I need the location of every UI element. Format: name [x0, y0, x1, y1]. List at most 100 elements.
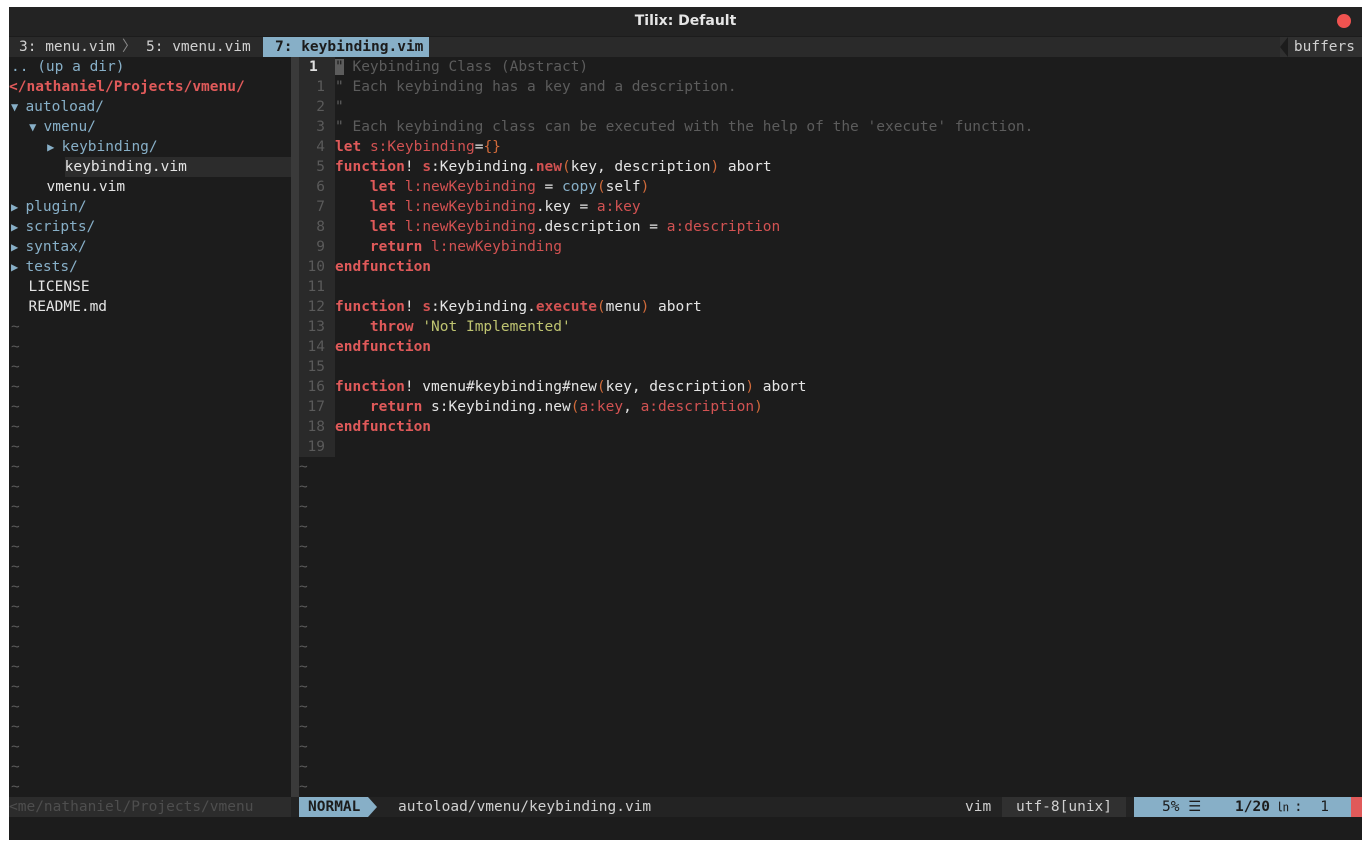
line-number: 4: [316, 139, 325, 155]
tree-empty-line: ~: [11, 619, 20, 635]
tree-empty-line: ~: [11, 359, 20, 375]
line-number: 9: [316, 239, 325, 255]
code-token: ): [754, 399, 763, 415]
code-line[interactable]: function! vmenu#keybinding#new(key, desc…: [335, 377, 806, 397]
code-token: ,: [623, 399, 641, 415]
tree-empty-line: ~: [11, 519, 20, 535]
tree-item[interactable]: keybinding.vim: [47, 157, 187, 177]
code-line[interactable]: function! s:Keybinding.new(key, descript…: [335, 157, 772, 177]
tab-menu-vim[interactable]: 3: menu.vim: [19, 37, 115, 57]
editor-empty-line: ~: [299, 659, 308, 675]
code-line[interactable]: let s:Keybinding={}: [335, 137, 501, 157]
code-line[interactable]: " Each keybinding has a key and a descri…: [335, 77, 737, 97]
tree-item[interactable]: ▶ keybinding/: [47, 137, 157, 157]
text-cursor: ": [335, 59, 344, 75]
caret-right-icon[interactable]: ▶: [47, 140, 61, 154]
code-line[interactable]: " Keybinding Class (Abstract): [335, 57, 588, 77]
code-token: abort: [719, 159, 772, 175]
tree-empty-line: ~: [11, 559, 20, 575]
split-divider[interactable]: [291, 57, 299, 797]
tree-status-path: <me/nathaniel/Projects/vmenu: [9, 797, 291, 817]
tree-item[interactable]: ▶ scripts/: [11, 217, 95, 237]
code-token: function: [335, 379, 405, 395]
tree-item[interactable]: ▶ plugin/: [11, 197, 87, 217]
caret-right-icon[interactable]: ▶: [11, 200, 25, 214]
tree-item[interactable]: ▼ autoload/: [11, 97, 104, 117]
editor-empty-line: ~: [299, 579, 308, 595]
code-line[interactable]: endfunction: [335, 337, 431, 357]
code-token: ": [335, 99, 344, 115]
status-file-path: autoload/vmenu/keybinding.vim: [398, 799, 652, 815]
tab-vmenu-vim[interactable]: 5: vmenu.vim: [146, 37, 251, 57]
code-token: let: [335, 139, 362, 155]
code-token: !: [404, 159, 423, 175]
line-number: 6: [316, 179, 325, 195]
code-line[interactable]: return s:Keybinding.new(a:key, a:descrip…: [335, 397, 763, 417]
editor-pane[interactable]: 1 1 2 3 4 5 6 7 8 9 10 11 12 13 14 15 16 17 18 19 " Keybind…: [299, 57, 1362, 797]
tree-empty-line: ~: [11, 719, 20, 735]
tree-item[interactable]: LICENSE: [11, 277, 90, 297]
tree-empty-line: ~: [11, 779, 20, 795]
editor-empty-line: ~: [299, 639, 308, 655]
tree-item[interactable]: ▶ syntax/: [11, 237, 87, 257]
line-number: 12: [307, 299, 325, 315]
code-line[interactable]: let l:newKeybinding = copy(self): [335, 177, 649, 197]
line-number-gutter: 1 1 2 3 4 5 6 7 8 9 10 11 12 13 14 15 16 17 18 19: [299, 57, 335, 457]
tree-root-path[interactable]: </nathaniel/Projects/vmenu/: [9, 77, 245, 97]
tree-up-dir[interactable]: .. (up a dir): [11, 57, 125, 77]
editor-empty-line: ~: [299, 499, 308, 515]
code-line[interactable]: ": [335, 97, 344, 117]
command-line[interactable]: [9, 817, 1362, 840]
code-token: =: [535, 179, 563, 195]
caret-right-icon[interactable]: ▶: [11, 240, 25, 254]
statusline: <me/nathaniel/Projects/vmenu NORMAL auto…: [9, 797, 1362, 817]
caret-right-icon[interactable]: ▶: [11, 220, 25, 234]
tree-item[interactable]: README.md: [11, 297, 107, 317]
code-line[interactable]: endfunction: [335, 257, 431, 277]
code-line[interactable]: throw 'Not Implemented': [335, 317, 571, 337]
tree-folder-name: keybinding/: [61, 139, 158, 155]
tree-item[interactable]: vmenu.vim: [29, 177, 126, 197]
code-token: throw: [369, 319, 414, 335]
nerdtree-panel: .. (up a dir) </nathaniel/Projects/vmenu/…: [9, 57, 291, 797]
window-title: Tilix: Default: [634, 13, 737, 29]
code-token: key, description: [570, 159, 711, 175]
status-percent: 5% ☰: [1162, 799, 1202, 815]
editor-empty-line: ~: [299, 619, 308, 635]
line-number: 19: [307, 439, 325, 455]
code-token: s: [422, 299, 432, 315]
status-position: 1/20: [1235, 799, 1270, 815]
tree-item[interactable]: ▼ vmenu/: [29, 117, 96, 137]
editor-empty-line: ~: [299, 539, 308, 555]
code-line[interactable]: endfunction: [335, 417, 431, 437]
tree-item[interactable]: ▶ tests/: [11, 257, 78, 277]
code-token: abort: [754, 379, 807, 395]
code-token: ): [710, 159, 720, 175]
code-line[interactable]: " Each keybinding class can be executed …: [335, 117, 1033, 137]
caret-down-icon[interactable]: ▼: [29, 120, 43, 134]
code-line[interactable]: function! s:Keybinding.execute(menu) abo…: [335, 297, 702, 317]
line-number: 13: [307, 319, 325, 335]
code-line[interactable]: return l:newKeybinding: [335, 237, 562, 257]
code-token: ): [745, 379, 755, 395]
code-line[interactable]: let l:newKeybinding.description = a:desc…: [335, 217, 780, 237]
tab-separator-icon: 〉: [122, 39, 137, 55]
code-token: return: [369, 399, 423, 415]
tab-keybinding-vim[interactable]: 7: keybinding.vim: [263, 37, 430, 57]
caret-down-icon[interactable]: ▼: [11, 100, 25, 114]
caret-right-icon[interactable]: ▶: [11, 260, 25, 274]
close-icon[interactable]: [1337, 14, 1351, 28]
tree-empty-line: ~: [11, 759, 20, 775]
tree-file-name: LICENSE: [28, 279, 90, 295]
code-token: s: [422, 159, 432, 175]
code-token: endfunction: [335, 339, 432, 355]
code-line[interactable]: let l:newKeybinding.key = a:key: [335, 197, 641, 217]
code-token: s:Keybinding: [369, 139, 475, 155]
line-number: 5: [316, 159, 325, 175]
